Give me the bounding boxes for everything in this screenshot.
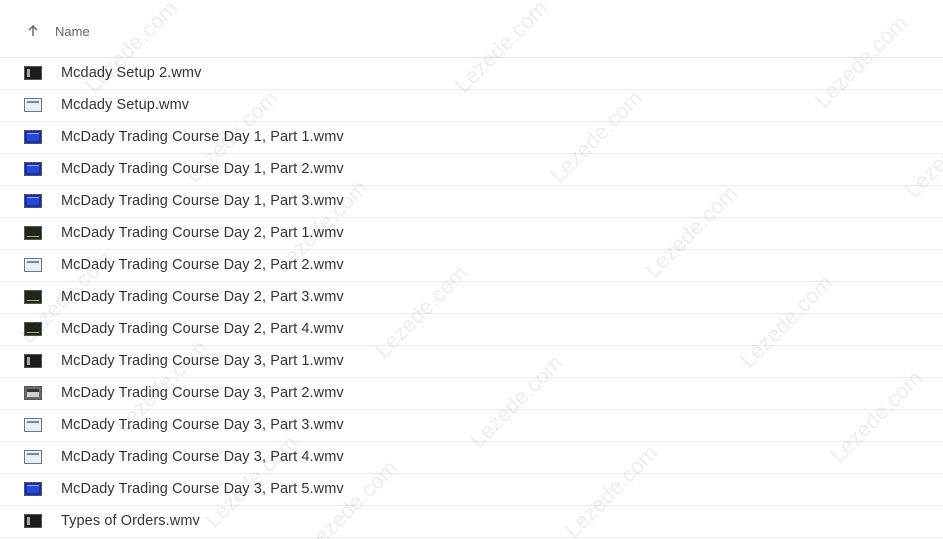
video-thumbnail-icon	[24, 66, 42, 80]
file-name: McDady Trading Course Day 3, Part 5.wmv	[61, 481, 344, 497]
file-row[interactable]: McDady Trading Course Day 2, Part 2.wmv	[0, 250, 943, 282]
video-thumbnail-icon	[24, 290, 42, 304]
file-name: McDady Trading Course Day 1, Part 1.wmv	[61, 129, 344, 145]
file-name: McDady Trading Course Day 3, Part 4.wmv	[61, 449, 344, 465]
file-row[interactable]: McDady Trading Course Day 3, Part 1.wmv	[0, 346, 943, 378]
file-name: McDady Trading Course Day 2, Part 1.wmv	[61, 225, 344, 241]
file-name: McDady Trading Course Day 1, Part 3.wmv	[61, 193, 344, 209]
video-thumbnail-icon	[24, 418, 42, 432]
file-row[interactable]: McDady Trading Course Day 1, Part 3.wmv	[0, 186, 943, 218]
file-row[interactable]: Mcdady Setup 2.wmv	[0, 58, 943, 90]
file-row[interactable]: McDady Trading Course Day 1, Part 1.wmv	[0, 122, 943, 154]
file-name: McDady Trading Course Day 3, Part 2.wmv	[61, 385, 344, 401]
video-thumbnail-icon	[24, 98, 42, 112]
list-header: Name	[0, 0, 943, 58]
video-thumbnail-icon	[24, 194, 42, 208]
video-thumbnail-icon	[24, 162, 42, 176]
file-row[interactable]: McDady Trading Course Day 3, Part 3.wmv	[0, 410, 943, 442]
video-thumbnail-icon	[24, 386, 42, 400]
video-thumbnail-icon	[24, 322, 42, 336]
video-thumbnail-icon	[24, 354, 42, 368]
file-row[interactable]: McDady Trading Course Day 3, Part 4.wmv	[0, 442, 943, 474]
file-row[interactable]: McDady Trading Course Day 2, Part 3.wmv	[0, 282, 943, 314]
video-thumbnail-icon	[24, 130, 42, 144]
video-thumbnail-icon	[24, 514, 42, 528]
file-name: McDady Trading Course Day 1, Part 2.wmv	[61, 161, 344, 177]
file-name: Mcdady Setup 2.wmv	[61, 65, 202, 81]
name-column-header: Name	[55, 23, 90, 39]
file-name: Types of Orders.wmv	[61, 513, 200, 529]
file-name: McDady Trading Course Day 3, Part 1.wmv	[61, 353, 344, 369]
file-list: Mcdady Setup 2.wmv Mcdady Setup.wmv McDady…	[0, 58, 943, 538]
file-row[interactable]: Types of Orders.wmv	[0, 506, 943, 538]
file-name: McDady Trading Course Day 2, Part 3.wmv	[61, 289, 344, 305]
sort-by-name-button[interactable]: Name	[20, 18, 90, 44]
file-name: McDady Trading Course Day 2, Part 2.wmv	[61, 257, 344, 273]
video-thumbnail-icon	[24, 226, 42, 240]
file-row[interactable]: Mcdady Setup.wmv	[0, 90, 943, 122]
file-name: Mcdady Setup.wmv	[61, 97, 190, 113]
file-row[interactable]: McDady Trading Course Day 2, Part 4.wmv	[0, 314, 943, 346]
file-row[interactable]: McDady Trading Course Day 1, Part 2.wmv	[0, 154, 943, 186]
video-thumbnail-icon	[24, 258, 42, 272]
video-thumbnail-icon	[24, 450, 42, 464]
video-thumbnail-icon	[24, 482, 42, 496]
file-row[interactable]: McDady Trading Course Day 2, Part 1.wmv	[0, 218, 943, 250]
file-name: McDady Trading Course Day 3, Part 3.wmv	[61, 417, 344, 433]
file-name: McDady Trading Course Day 2, Part 4.wmv	[61, 321, 344, 337]
file-row[interactable]: McDady Trading Course Day 3, Part 5.wmv	[0, 474, 943, 506]
file-row[interactable]: McDady Trading Course Day 3, Part 2.wmv	[0, 378, 943, 410]
arrow-up-icon	[20, 18, 46, 44]
